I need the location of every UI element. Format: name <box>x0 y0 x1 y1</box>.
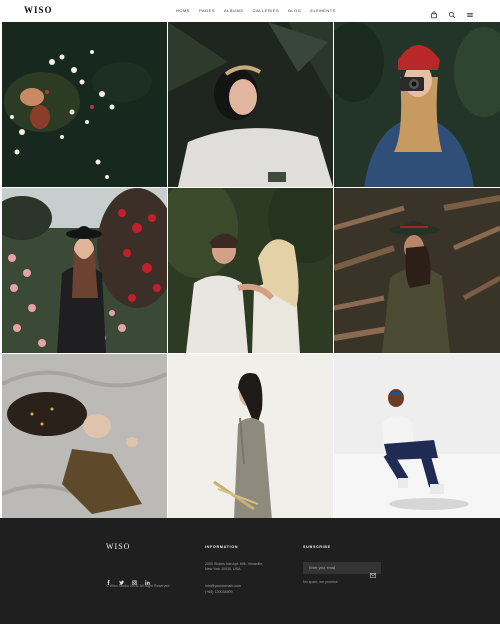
subscribe-heading: SUBSCRIBE <box>303 545 331 549</box>
header-tools <box>430 6 474 19</box>
subscribe-note: No spam, we promise <box>303 580 338 584</box>
subscribe-email-field[interactable]: Enter your email <box>303 562 381 578</box>
site-logo[interactable]: WISO <box>24 5 53 15</box>
nav-galleries[interactable]: GALLERIES <box>252 8 279 13</box>
tile-woman-lying-leaves[interactable] <box>168 22 333 187</box>
nav-pages[interactable]: PAGES <box>199 8 215 13</box>
footer-logo[interactable]: WISO <box>106 542 130 551</box>
contact-email[interactable]: info@yourdomain.com <box>205 584 241 589</box>
linkedin-icon[interactable] <box>145 572 150 585</box>
social-links <box>106 572 150 585</box>
instagram-icon[interactable] <box>132 572 137 585</box>
address-line-2: New York 10010, USA <box>205 567 241 571</box>
facebook-icon[interactable] <box>106 572 111 585</box>
nav-elements[interactable]: ELEMENTS <box>310 8 336 13</box>
tile-woman-grey-dress[interactable] <box>168 354 333 520</box>
tile-woman-rose-garden[interactable] <box>2 188 167 353</box>
tile-flowers-water[interactable] <box>2 22 167 187</box>
site-footer: WISO © Wiso Studio 2018. All Right Reser… <box>0 518 500 624</box>
subscribe-placeholder: Enter your email <box>309 566 336 570</box>
nav-albums[interactable]: ALBUMS <box>224 8 243 13</box>
search-icon[interactable] <box>448 6 456 19</box>
bag-icon[interactable] <box>430 6 438 19</box>
main-nav: HOME PAGES ALBUMS GALLERIES BLOG ELEMENT… <box>176 8 336 13</box>
information-heading: INFORMATION <box>205 545 239 549</box>
copyright-text: © Wiso Studio 2018. All Right Reserved. <box>106 584 171 588</box>
nav-blog[interactable]: BLOG <box>288 8 301 13</box>
tile-couple-embrace[interactable] <box>168 188 333 353</box>
photo-gallery <box>2 22 500 520</box>
menu-icon[interactable] <box>466 6 474 17</box>
twitter-icon[interactable] <box>119 572 124 585</box>
tile-man-sitting-white[interactable] <box>334 354 500 520</box>
tile-woman-camera[interactable] <box>334 22 500 187</box>
contact-phone: (+68) 120034509 <box>205 590 233 594</box>
tile-woman-hat-branches[interactable] <box>334 188 500 353</box>
site-header: WISO HOME PAGES ALBUMS GALLERIES BLOG EL… <box>0 0 500 22</box>
mail-icon[interactable] <box>370 565 376 578</box>
tile-woman-lying-bed[interactable] <box>2 354 167 520</box>
nav-home[interactable]: HOME <box>176 8 190 13</box>
